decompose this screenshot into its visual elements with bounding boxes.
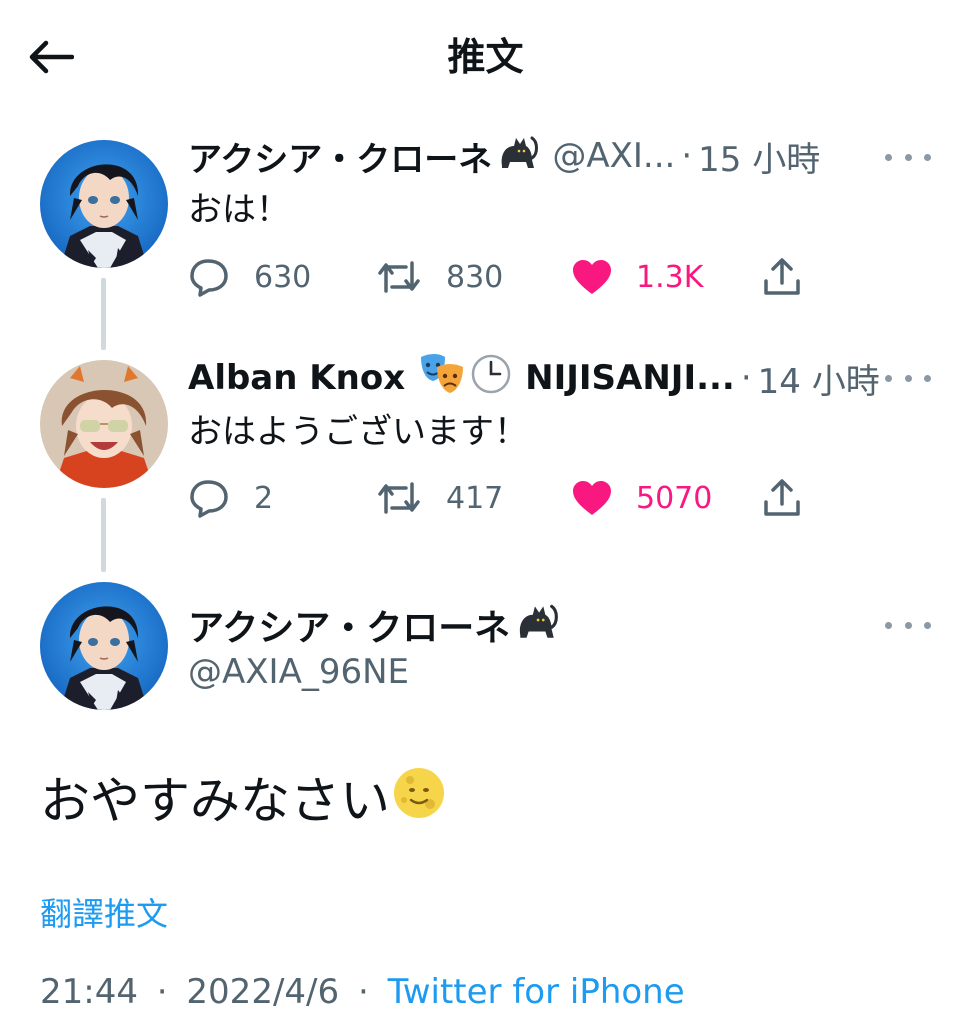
separator: ·	[681, 136, 693, 176]
like-button[interactable]: 1.3K	[572, 252, 703, 302]
tweet-text: おやすみなさい	[40, 771, 390, 830]
avatar-image	[40, 140, 168, 268]
full-moon-face-icon	[392, 766, 446, 835]
more-options-button[interactable]	[885, 610, 931, 640]
tweet-text: おはようございます！	[188, 412, 528, 452]
thread-connector	[101, 498, 106, 572]
retweet-count: 830	[446, 259, 504, 295]
heart-filled-icon	[573, 481, 611, 515]
page-title: 推文	[447, 35, 524, 79]
share-button[interactable]	[762, 473, 802, 523]
more-dot	[885, 374, 892, 382]
share-button[interactable]	[762, 252, 802, 302]
like-count: 1.3K	[636, 259, 704, 295]
timestamp[interactable]: 15 小時	[698, 132, 820, 181]
more-dot	[924, 621, 931, 629]
performing-arts-icon	[419, 353, 465, 404]
post-date[interactable]: 2022/4/6	[186, 972, 339, 1012]
avatar-image	[40, 582, 168, 710]
avatar-image	[40, 360, 168, 488]
retweet-icon	[378, 261, 420, 293]
tweet-text: おは！	[188, 190, 290, 230]
timestamp[interactable]: 14 小時	[758, 354, 880, 403]
display-name[interactable]: アクシア・クローネ	[188, 132, 492, 181]
cat-icon	[514, 600, 560, 651]
more-dot	[885, 153, 892, 161]
like-button[interactable]: 5070	[572, 473, 712, 523]
avatar[interactable]	[40, 360, 168, 488]
reply-icon	[190, 480, 228, 518]
reply-button[interactable]: 2	[188, 473, 273, 523]
tweet-meta: 21:44 · 2022/4/6 · Twitter for iPhone	[40, 968, 685, 1016]
handle[interactable]: @AXIA_96NE	[188, 650, 409, 694]
separator: ·	[740, 358, 752, 398]
heart-filled-icon	[573, 260, 611, 294]
retweet-icon	[378, 482, 420, 514]
retweet-button[interactable]: 417	[376, 473, 503, 523]
main-author-name-line: アクシア・クローネ	[188, 600, 560, 650]
main-tweet-text-line: おやすみなさい	[40, 766, 446, 835]
separator: ·	[357, 972, 369, 1012]
reply-count: 630	[254, 259, 312, 295]
reply-count: 2	[254, 480, 274, 516]
display-name[interactable]: Alban Knox	[188, 358, 405, 398]
display-name[interactable]: アクシア・クローネ	[188, 599, 510, 651]
more-dot	[904, 153, 912, 161]
handle[interactable]: NIJISANJI...	[525, 358, 735, 398]
separator: ·	[156, 972, 168, 1012]
more-dot	[904, 374, 912, 382]
tweet-actions: 630 830 1.3K	[188, 252, 808, 302]
cat-icon	[496, 132, 540, 181]
tweet-author-line: Alban Knox NIJISANJI... · 14 小時	[188, 353, 880, 404]
retweet-count: 417	[446, 480, 504, 516]
translate-tweet-link[interactable]: 翻譯推文	[40, 892, 168, 936]
retweet-button[interactable]: 830	[376, 252, 503, 302]
avatar[interactable]	[40, 140, 168, 268]
reply-icon	[190, 259, 228, 297]
more-dot	[924, 153, 931, 161]
more-dot	[924, 374, 931, 382]
share-icon	[764, 258, 800, 295]
clock-icon	[471, 354, 511, 403]
source-link[interactable]: Twitter for iPhone	[388, 972, 685, 1012]
like-count: 5070	[636, 480, 713, 516]
more-options-button[interactable]	[885, 142, 931, 172]
more-dot	[885, 621, 892, 629]
thread-connector	[101, 278, 106, 350]
post-time[interactable]: 21:44	[40, 972, 138, 1012]
share-icon	[764, 479, 800, 516]
top-bar: 推文	[0, 0, 971, 110]
reply-button[interactable]: 630	[188, 252, 311, 302]
more-dot	[904, 621, 912, 629]
more-options-button[interactable]	[885, 363, 931, 393]
handle[interactable]: @AXI...	[552, 136, 675, 176]
tweet-actions: 2 417 5070	[188, 473, 808, 523]
tweet-author-line: アクシア・クローネ @AXI... · 15 小時	[188, 132, 820, 181]
avatar[interactable]	[40, 582, 168, 710]
